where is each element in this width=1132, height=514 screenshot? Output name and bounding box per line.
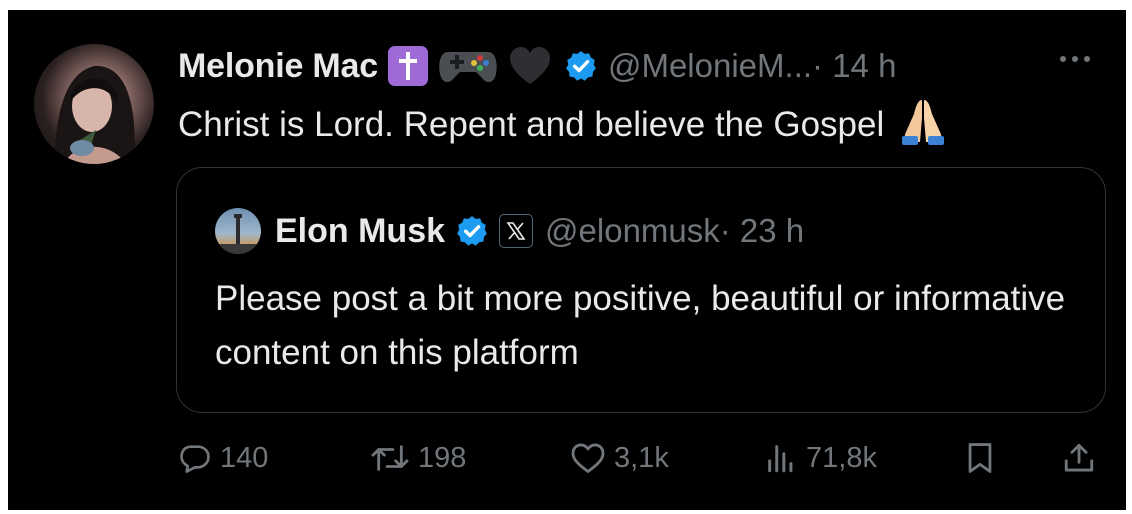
- video-game-emoji: [438, 46, 498, 86]
- tweet-time[interactable]: · 14 h: [812, 47, 896, 85]
- views-button[interactable]: 71,8k: [764, 438, 877, 478]
- quoted-tweet[interactable]: Elon Musk @elonmusk · 23 h Please post a…: [176, 167, 1106, 413]
- share-icon: [1064, 443, 1094, 472]
- black-heart-emoji: [508, 46, 552, 86]
- quoted-avatar-photo: [215, 214, 261, 254]
- reply-count: 140: [220, 441, 269, 474]
- tweet-body: Christ is Lord. Repent and believe the G…: [178, 104, 885, 144]
- like-count: 3,1k: [614, 441, 669, 474]
- verified-badge-icon[interactable]: [564, 49, 598, 83]
- bookmark-icon: [968, 443, 992, 473]
- quoted-tweet-time[interactable]: · 23 h: [720, 212, 804, 250]
- quoted-header: Elon Musk @elonmusk · 23 h: [215, 208, 804, 254]
- quoted-tweet-text: Please post a bit more positive, beautif…: [215, 279, 1066, 372]
- views-count: 71,8k: [806, 441, 877, 474]
- quoted-author-avatar[interactable]: [215, 208, 261, 254]
- more-options-icon[interactable]: [1060, 56, 1090, 62]
- author-handle[interactable]: @MelonieM...: [608, 47, 812, 85]
- tweet-text: Christ is Lord. Repent and believe the G…: [178, 98, 948, 155]
- reply-icon: [180, 445, 210, 473]
- latin-cross-emoji: [387, 46, 428, 86]
- action-bar: 140 198 3,1k 71,8k: [8, 438, 1126, 478]
- like-button[interactable]: 3,1k: [570, 438, 669, 478]
- share-button[interactable]: [1062, 438, 1096, 478]
- repost-count: 198: [418, 441, 467, 474]
- repost-icon: [371, 445, 409, 471]
- quoted-author-handle[interactable]: @elonmusk: [545, 212, 720, 250]
- author-avatar[interactable]: [34, 44, 154, 164]
- folded-hands-emoji: [898, 98, 948, 155]
- tweet-header: Melonie Mac @MelonieM... · 14 h: [178, 44, 896, 88]
- tweet-card: Melonie Mac @MelonieM... · 14 h Christ i…: [8, 10, 1126, 510]
- reply-button[interactable]: 140: [178, 438, 268, 478]
- avatar-photo: [54, 65, 135, 164]
- like-icon: [571, 443, 605, 473]
- verified-badge-icon[interactable]: [455, 214, 489, 248]
- bookmark-button[interactable]: [963, 438, 997, 478]
- views-icon: [768, 445, 793, 473]
- x-affiliate-icon[interactable]: [499, 214, 534, 248]
- quoted-author-name[interactable]: Elon Musk: [275, 212, 445, 251]
- repost-button[interactable]: 198: [370, 438, 466, 478]
- author-name[interactable]: Melonie Mac: [178, 47, 378, 86]
